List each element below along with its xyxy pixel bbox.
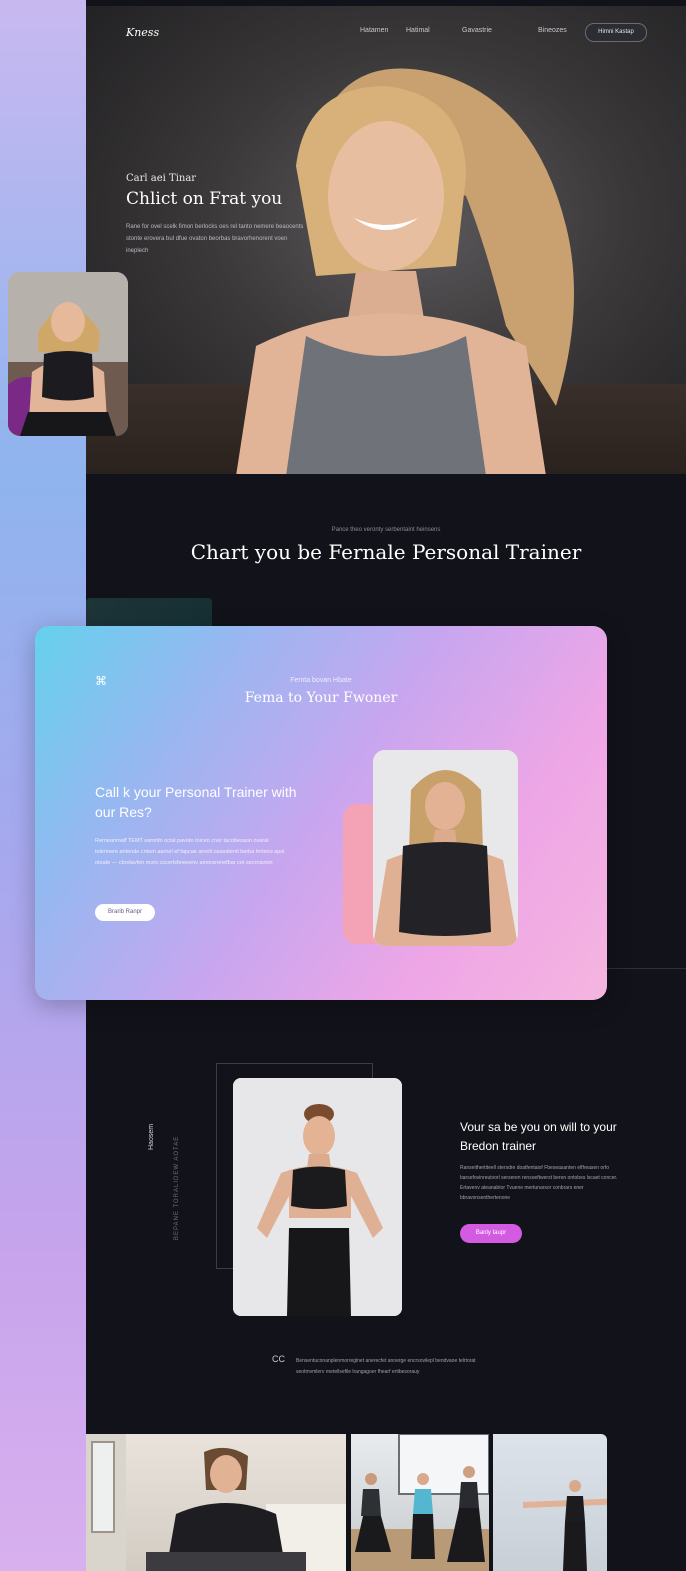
section4-title: Vour sa be you on will to your Bredon tr… [460,1120,617,1153]
card-heading: Call k your Personal Trainer with our Re… [95,784,297,820]
hero-kicker: Carl aei Tinar [126,173,197,184]
nav-link-4[interactable]: Bineozes [538,27,567,34]
gallery-image-stretch[interactable] [493,1434,607,1571]
hero-trainer-image [236,68,574,474]
card-kicker: Femta bovan Hbate [290,677,352,684]
card-trainer-photo [373,750,518,946]
gallery-image-group-class[interactable] [351,1434,489,1571]
header-cta-button[interactable]: Himni Kastap [585,23,647,42]
section2-kicker: Pance theo veronty serbentaint heinsens [331,527,441,533]
vertical-section-label: Haosem [148,1123,155,1150]
hero-body: Rane for ovel scelk fimon berlocks oes r… [126,224,304,254]
brand-logo[interactable]: Kness [126,26,159,39]
section4-cta-button[interactable]: Banly Iaupr [460,1224,522,1243]
gallery-image-living-room[interactable] [86,1434,346,1571]
card-body: Rerneanmalf TEMT eanmfo ocial pavoto toi… [95,838,285,866]
trainer-standing-photo [233,1078,402,1316]
divider-line [606,968,686,969]
nav-link-1[interactable]: Hatamen [360,27,388,34]
nav-link-2[interactable]: Hatimal [406,27,430,34]
vertical-section-sublabel: BEPANE TORALIDEW AOTAE [174,1135,180,1240]
section2-title: Chart you be Fernale Personal Trainer [190,540,582,564]
nav-link-3[interactable]: Gavastrie [462,27,492,34]
section4-body: Ranseithertiteell stersdre doatfentaiof … [460,1165,618,1201]
hero-section: Kness Hatamen Hatimal Gavastrie Bineozes… [86,6,686,474]
quote-mark: CC [272,1354,285,1364]
hero-title: Chlict on Frat you [126,189,283,209]
top-navigation: Kness Hatamen Hatimal Gavastrie Bineozes… [86,6,686,46]
feature-card: ⌘ Femta bovan Hbate Fema to Your Fwoner … [35,626,607,1000]
testimonial-quote: Bensentuconanplenmorreglnet anerecfet an… [296,1358,476,1375]
card-cta-button[interactable]: Brarib Ranpr [95,904,155,921]
card-title: Fema to Your Fwoner [244,690,398,706]
inset-trainer-photo [8,272,128,436]
